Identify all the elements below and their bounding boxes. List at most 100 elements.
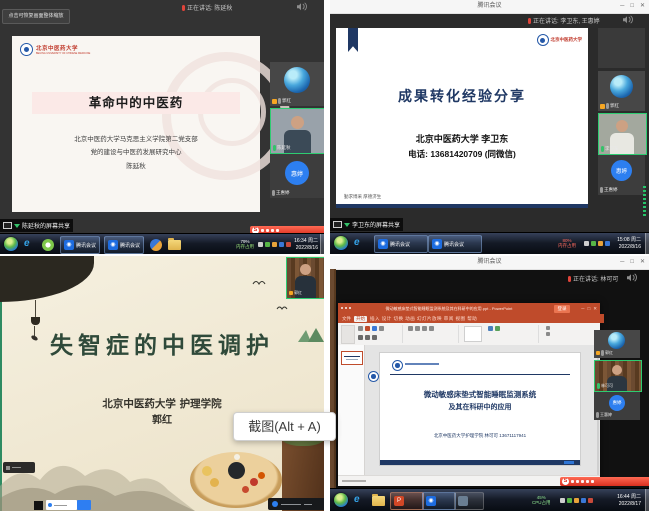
- minimize-button[interactable]: ─: [620, 256, 624, 269]
- maximize-button[interactable]: □: [630, 256, 634, 269]
- participant-tile-avatar[interactable]: 郭红: [594, 330, 640, 358]
- minimize-button[interactable]: ─: [620, 0, 624, 13]
- taskbar-peek-label[interactable]: [46, 500, 77, 510]
- participant-tile-initials[interactable]: 惠婷 王惠婷: [270, 154, 324, 198]
- ppt-slide-canvas[interactable]: 微动敏感床垫式智能睡眠监测系统 及其在科研中的应用 北京中医药大学护理学院 林可…: [380, 353, 580, 465]
- taskbar-clock[interactable]: 16:44 周二 2022/8/17: [617, 494, 641, 507]
- speaker-waves-icon[interactable]: [626, 273, 638, 282]
- ie-browser-icon[interactable]: e: [354, 493, 360, 507]
- underline-icon[interactable]: [372, 335, 377, 340]
- screen-recorder-bar[interactable]: S: [560, 477, 649, 486]
- taskbar-clock[interactable]: 15:08 周二 2022/8/16: [617, 237, 641, 250]
- ie-browser-icon[interactable]: e: [24, 237, 30, 251]
- slide-thumbnail-1[interactable]: [341, 351, 363, 365]
- participant-tile-video-speaking[interactable]: 李卫东: [598, 113, 647, 155]
- tray-peek-pill[interactable]: [268, 498, 324, 510]
- tray-update-icon[interactable]: [272, 242, 277, 247]
- italic-icon[interactable]: [365, 335, 370, 340]
- replace-icon[interactable]: [546, 332, 550, 336]
- taskbar-app-window[interactable]: [454, 492, 484, 510]
- recorder-button[interactable]: [271, 229, 274, 232]
- file-explorer-icon[interactable]: [372, 496, 385, 506]
- active-taskbar-button[interactable]: [77, 500, 91, 510]
- tabs-rest[interactable]: 插入 设计 切换 动画 幻灯片放映 审阅 视图 帮助: [370, 316, 477, 322]
- slide-thumbnail-panel[interactable]: [338, 345, 365, 475]
- memory-meter[interactable]: 79% 内存占用: [236, 239, 254, 249]
- shapes-gallery[interactable]: [464, 326, 482, 342]
- tray-network-icon[interactable]: [605, 241, 610, 246]
- quick-access-icon[interactable]: [349, 307, 351, 309]
- highlight-icon[interactable]: [372, 326, 377, 331]
- ppt-minimize-button[interactable]: ─: [581, 303, 584, 314]
- font-color-icon[interactable]: [365, 326, 370, 331]
- file-explorer-icon[interactable]: [168, 240, 181, 250]
- participant-tile-avatar[interactable]: 郭红: [598, 71, 645, 111]
- memory-meter[interactable]: 80% 内存占用: [558, 238, 576, 248]
- cpu-meter[interactable]: 45% CPU占用: [532, 495, 551, 505]
- recorder-button[interactable]: [591, 480, 594, 483]
- participant-tile-video-speaking[interactable]: 林可可: [594, 360, 642, 392]
- tray-volume-icon[interactable]: [286, 242, 291, 247]
- start-button[interactable]: [334, 493, 348, 507]
- tray-antivirus-icon[interactable]: [567, 498, 572, 503]
- show-desktop-button[interactable]: [645, 489, 649, 511]
- bold-icon[interactable]: [358, 335, 363, 340]
- ppt-login-button[interactable]: 登录: [554, 305, 570, 313]
- taskbar-meeting-window[interactable]: ◉: [422, 492, 456, 510]
- quick-styles-icon[interactable]: [495, 326, 500, 331]
- show-desktop-button[interactable]: [645, 233, 649, 254]
- recorder-button[interactable]: [571, 480, 574, 483]
- ppt-maximize-button[interactable]: □: [588, 303, 591, 314]
- participant-tile-video-speaking[interactable]: 陈延秋: [270, 108, 324, 154]
- align-center-icon[interactable]: [415, 326, 420, 331]
- participant-tile-avatar[interactable]: 郭红: [270, 62, 324, 106]
- tray-volume-icon[interactable]: [588, 498, 593, 503]
- tray-hidden-icons[interactable]: [560, 498, 565, 503]
- close-button[interactable]: ✕: [640, 256, 645, 269]
- tray-network-icon[interactable]: [581, 498, 586, 503]
- tray-antivirus-icon[interactable]: [265, 242, 270, 247]
- recorder-button[interactable]: [576, 480, 579, 483]
- bullets-icon[interactable]: [429, 326, 434, 331]
- quick-access-icon[interactable]: [341, 307, 343, 309]
- find-icon[interactable]: [546, 326, 550, 330]
- tab-home-active[interactable]: 开始: [354, 316, 367, 322]
- taskbar-powerpoint-window[interactable]: P: [390, 492, 424, 510]
- taskbar-meeting-window-2[interactable]: ◉ 腾讯会议: [104, 236, 144, 254]
- participant-tile-initials[interactable]: 惠婷 王惠婷: [594, 392, 640, 420]
- recorder-button[interactable]: [261, 229, 264, 232]
- quick-access-icon[interactable]: [345, 307, 347, 309]
- align-right-icon[interactable]: [422, 326, 427, 331]
- recorder-button[interactable]: [581, 480, 584, 483]
- taskbar-peek-icon[interactable]: [34, 501, 43, 510]
- recorder-button[interactable]: [276, 229, 279, 232]
- close-button[interactable]: ✕: [640, 0, 645, 13]
- recorder-button[interactable]: [586, 480, 589, 483]
- show-desktop-button[interactable]: [320, 234, 324, 254]
- start-button[interactable]: [334, 236, 348, 250]
- participant-tile-partial[interactable]: [598, 28, 645, 68]
- participant-tile-initials[interactable]: 惠婷 王惠婷: [598, 155, 645, 195]
- font-tool-icon[interactable]: [358, 326, 363, 331]
- clipboard-group[interactable]: [341, 325, 355, 344]
- ie-browser-icon[interactable]: e: [354, 236, 360, 250]
- taskbar-meeting-window-2[interactable]: ◉ 腾讯会议: [428, 235, 482, 253]
- tray-hidden-icons[interactable]: [584, 241, 589, 246]
- tray-network-icon[interactable]: [279, 242, 284, 247]
- floating-meeting-pill[interactable]: [3, 462, 35, 473]
- font-size-icon[interactable]: [379, 326, 384, 331]
- tray-hidden-icons[interactable]: [258, 242, 263, 247]
- compass-browser-icon[interactable]: [150, 239, 162, 251]
- presenter-webcam-overlay[interactable]: 郭红: [286, 257, 324, 299]
- ppt-close-button[interactable]: ✕: [593, 303, 597, 314]
- taskbar-clock[interactable]: 16:34 周二 2022/8/16: [294, 238, 318, 251]
- tray-update-icon[interactable]: [574, 498, 579, 503]
- align-left-icon[interactable]: [408, 326, 413, 331]
- browser-360-icon[interactable]: [42, 239, 54, 251]
- tab-file[interactable]: 文件: [342, 316, 351, 322]
- recorder-button[interactable]: [266, 229, 269, 232]
- taskbar-meeting-window-1[interactable]: ◉ 腾讯会议: [374, 235, 428, 253]
- speaker-waves-icon[interactable]: [296, 2, 308, 11]
- taskbar-meeting-window-1[interactable]: ◉ 腾讯会议: [60, 236, 100, 254]
- arrange-icon[interactable]: [488, 326, 493, 331]
